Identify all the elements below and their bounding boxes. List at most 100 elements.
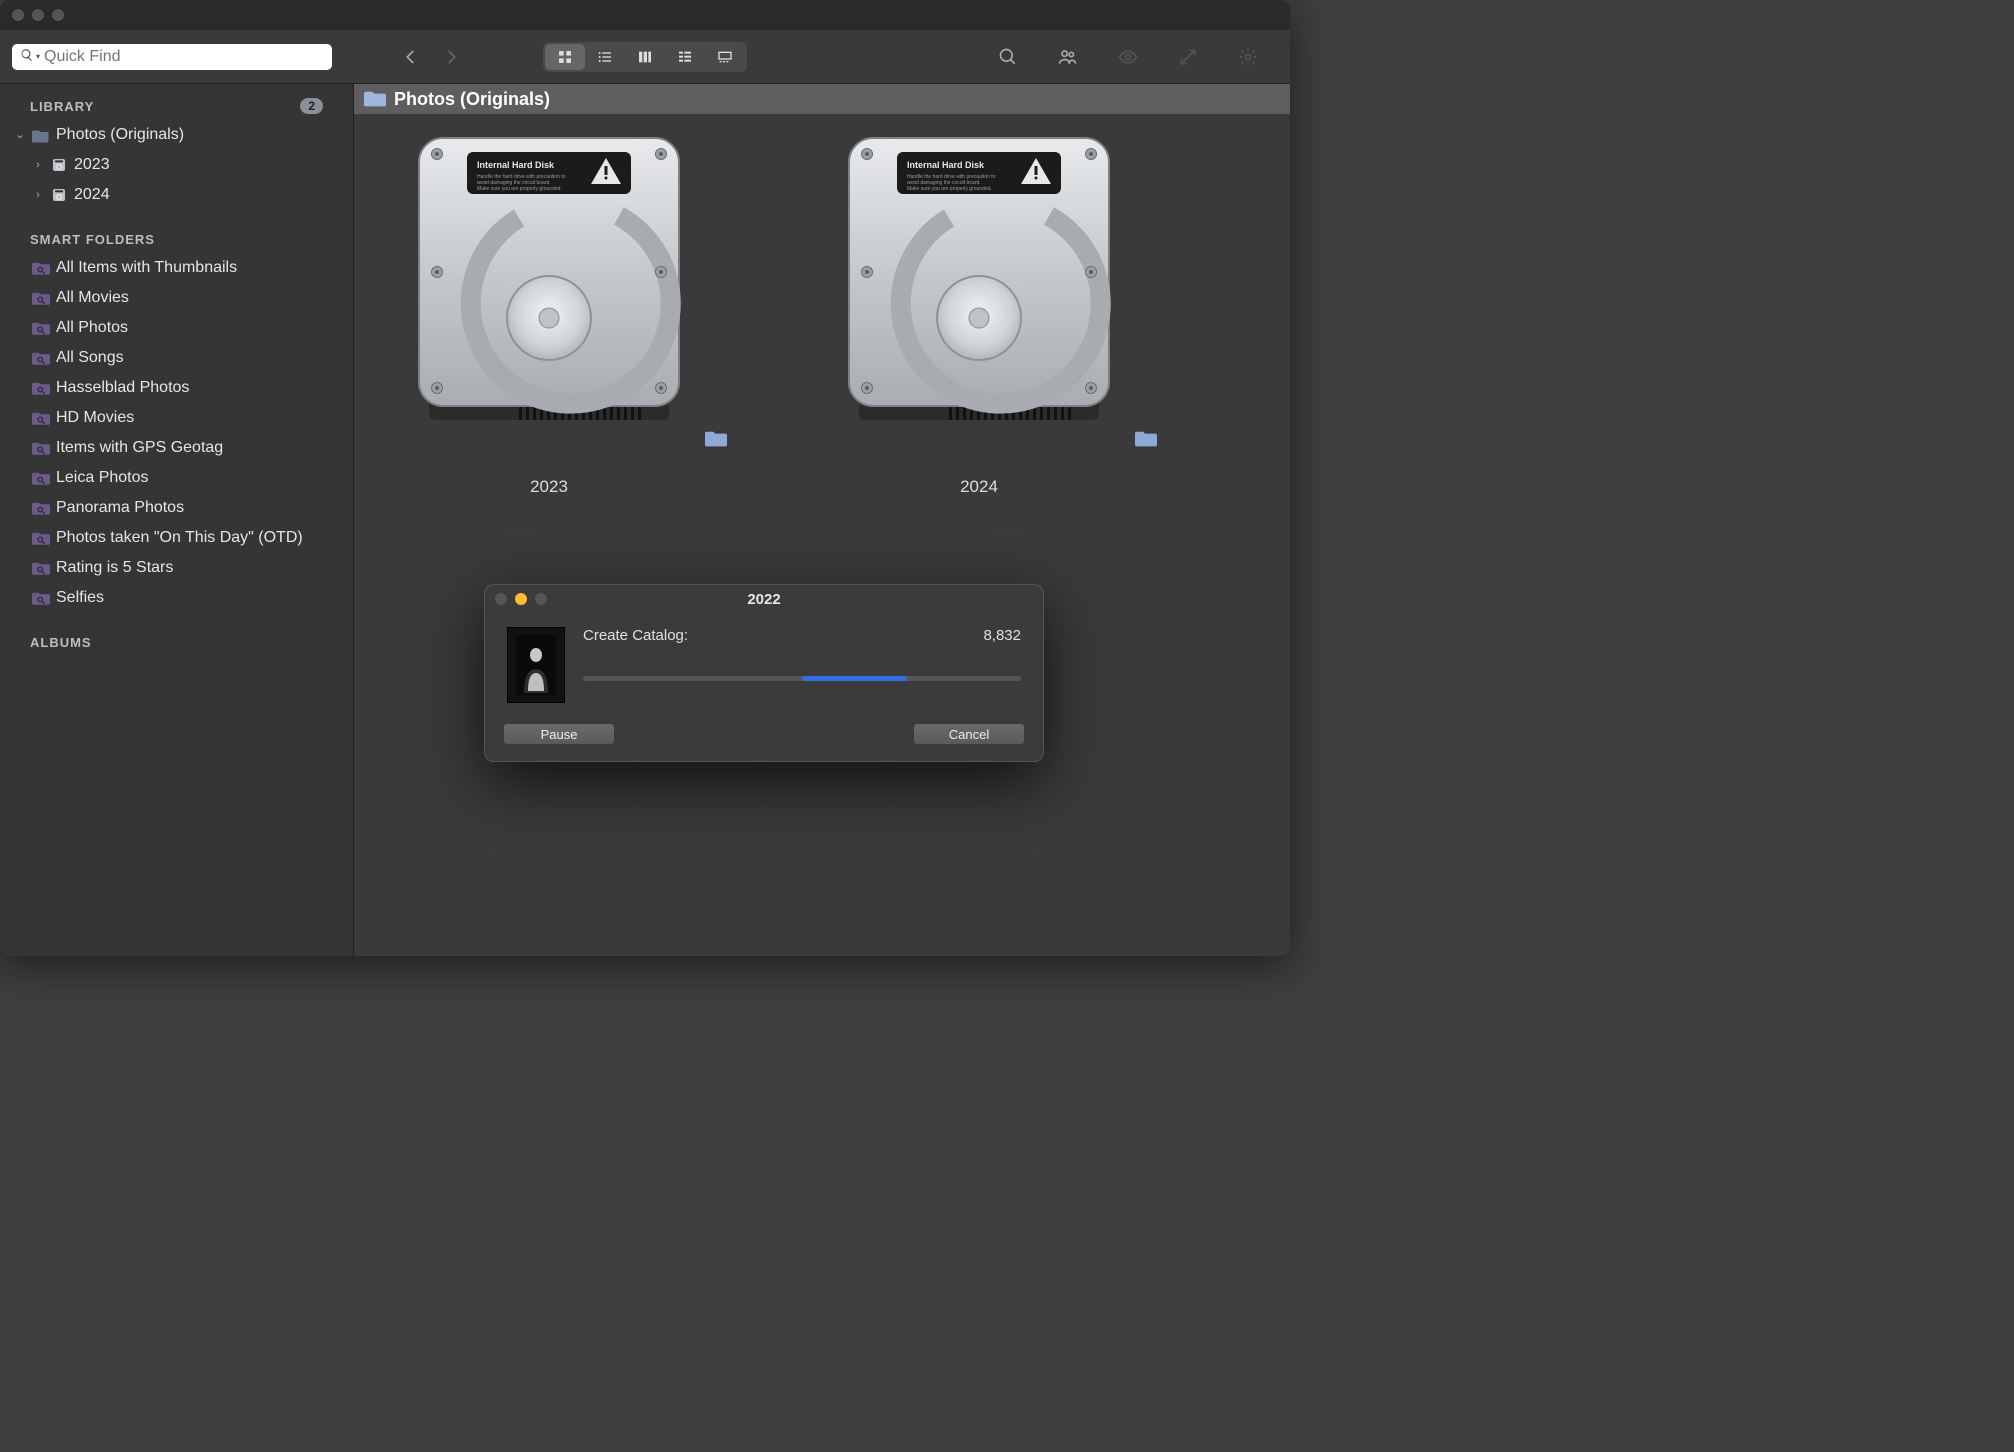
sidebar-library-header: LIBRARY — [30, 99, 94, 114]
sidebar-item-label: Photos (Originals) — [56, 123, 184, 147]
grid-item-label: 2023 — [530, 477, 568, 497]
sidebar-item-label: Hasselblad Photos — [56, 376, 189, 400]
toolbar: ▾ — [0, 30, 1290, 84]
path-bar: Photos (Originals) — [354, 84, 1290, 114]
sidebar-albums-header: ALBUMS — [30, 635, 92, 650]
view-switcher — [543, 42, 747, 72]
sidebar-smart-header: SMART FOLDERS — [30, 232, 155, 247]
chevron-right-icon[interactable]: › — [32, 183, 44, 207]
search-input[interactable] — [44, 48, 324, 66]
smart-folder-icon — [32, 560, 50, 576]
path-title: Photos (Originals) — [394, 89, 550, 110]
sidebar-smart-folder[interactable]: Rating is 5 Stars — [8, 553, 345, 583]
dialog-titlebar[interactable]: 2022 — [485, 585, 1043, 613]
gear-icon[interactable] — [1238, 47, 1258, 67]
drive-icon: Internal Hard Disk Handle the hard drive… — [409, 128, 689, 438]
sidebar-item-label: Rating is 5 Stars — [56, 556, 173, 580]
smart-folder-icon — [32, 350, 50, 366]
visibility-icon[interactable] — [1118, 47, 1138, 67]
sidebar-item-label: Panorama Photos — [56, 496, 184, 520]
sidebar-item-label: Selfies — [56, 586, 104, 610]
folder-icon — [32, 127, 50, 143]
sidebar-item-label: Photos taken "On This Day" (OTD) — [56, 526, 303, 550]
folder-badge-icon — [705, 429, 727, 447]
chevron-down-icon: ▾ — [36, 52, 40, 61]
svg-text:Internal Hard Disk: Internal Hard Disk — [477, 160, 555, 170]
grid-item[interactable]: Internal Hard Disk Handle the hard drive… — [384, 128, 714, 497]
sidebar-smart-folder[interactable]: Photos taken "On This Day" (OTD) — [8, 523, 345, 553]
svg-text:Make sure you are properly gro: Make sure you are properly grounded. — [907, 186, 992, 192]
smart-folder-icon — [32, 260, 50, 276]
chevron-down-icon[interactable]: ⌄ — [14, 123, 26, 147]
sidebar-item-label: All Movies — [56, 286, 129, 310]
dialog-title: 2022 — [485, 591, 1043, 608]
cancel-button[interactable]: Cancel — [913, 723, 1025, 745]
sidebar-item-label: All Songs — [56, 346, 124, 370]
expand-icon[interactable] — [1178, 47, 1198, 67]
sidebar-smart-folder[interactable]: Items with GPS Geotag — [8, 433, 345, 463]
progress-bar — [583, 676, 1021, 681]
sidebar-smart-folder[interactable]: All Photos — [8, 313, 345, 343]
view-filmstrip-button[interactable] — [705, 44, 745, 70]
smart-folder-icon — [32, 320, 50, 336]
progress-dialog: 2022 Create Catalog: 8 — [484, 584, 1044, 762]
dialog-thumbnail — [507, 627, 565, 703]
sidebar-smart-folder[interactable]: Leica Photos — [8, 463, 345, 493]
smart-folder-icon — [32, 590, 50, 606]
window-minimize-button[interactable] — [32, 9, 44, 21]
sidebar-smart-folder[interactable]: All Items with Thumbnails — [8, 253, 345, 283]
view-list-button[interactable] — [585, 44, 625, 70]
svg-text:Make sure you are properly gro: Make sure you are properly grounded. — [477, 186, 562, 192]
toolbar-search-icon[interactable] — [998, 47, 1018, 67]
window-close-button[interactable] — [12, 9, 24, 21]
sidebar-smart-folder[interactable]: Selfies — [8, 583, 345, 613]
smart-folder-icon — [32, 410, 50, 426]
people-icon[interactable] — [1058, 47, 1078, 67]
content-area: Photos (Originals) Internal Hard Disk Ha… — [354, 84, 1290, 956]
sidebar-item-label: All Items with Thumbnails — [56, 256, 237, 280]
dialog-task-label: Create Catalog: — [583, 627, 688, 644]
search-icon — [20, 48, 34, 65]
drive-icon — [50, 187, 68, 203]
nav-arrows — [402, 48, 460, 66]
sidebar-smart-folder[interactable]: Panorama Photos — [8, 493, 345, 523]
pause-button[interactable]: Pause — [503, 723, 615, 745]
sidebar-item-label: Items with GPS Geotag — [56, 436, 223, 460]
sidebar-item-label: All Photos — [56, 316, 128, 340]
sidebar-root-folder[interactable]: ⌄ Photos (Originals) — [8, 120, 345, 150]
sidebar-item-label: HD Movies — [56, 406, 134, 430]
smart-folder-icon — [32, 380, 50, 396]
svg-text:Internal Hard Disk: Internal Hard Disk — [907, 160, 985, 170]
smart-folder-icon — [32, 500, 50, 516]
folder-icon — [364, 89, 386, 109]
drive-icon — [50, 157, 68, 173]
nav-forward-button[interactable] — [442, 48, 460, 66]
sidebar-item-label: 2024 — [74, 183, 110, 207]
smart-folder-icon — [32, 440, 50, 456]
view-columns-button[interactable] — [625, 44, 665, 70]
view-grid-button[interactable] — [545, 44, 585, 70]
grid-item-label: 2024 — [960, 477, 998, 497]
sidebar-smart-folder[interactable]: All Songs — [8, 343, 345, 373]
icon-grid[interactable]: Internal Hard Disk Handle the hard drive… — [354, 114, 1290, 956]
sidebar-smart-folder[interactable]: All Movies — [8, 283, 345, 313]
smart-folder-icon — [32, 470, 50, 486]
sidebar: LIBRARY 2 ⌄ Photos (Originals) ›2023›202… — [0, 84, 354, 956]
sidebar-drive-item[interactable]: › 2024 — [8, 180, 345, 210]
sidebar-item-label: Leica Photos — [56, 466, 149, 490]
smart-folder-icon — [32, 530, 50, 546]
view-hierarchy-button[interactable] — [665, 44, 705, 70]
window-titlebar[interactable] — [0, 0, 1290, 30]
sidebar-smart-folder[interactable]: Hasselblad Photos — [8, 373, 345, 403]
drive-icon: Internal Hard Disk Handle the hard drive… — [839, 128, 1119, 438]
grid-item[interactable]: Internal Hard Disk Handle the hard drive… — [814, 128, 1144, 497]
sidebar-smart-folder[interactable]: HD Movies — [8, 403, 345, 433]
nav-back-button[interactable] — [402, 48, 420, 66]
sidebar-item-label: 2023 — [74, 153, 110, 177]
sidebar-drive-item[interactable]: › 2023 — [8, 150, 345, 180]
app-window: ▾ — [0, 0, 1290, 956]
folder-badge-icon — [1135, 429, 1157, 447]
chevron-right-icon[interactable]: › — [32, 153, 44, 177]
search-field[interactable]: ▾ — [12, 44, 332, 70]
window-zoom-button[interactable] — [52, 9, 64, 21]
